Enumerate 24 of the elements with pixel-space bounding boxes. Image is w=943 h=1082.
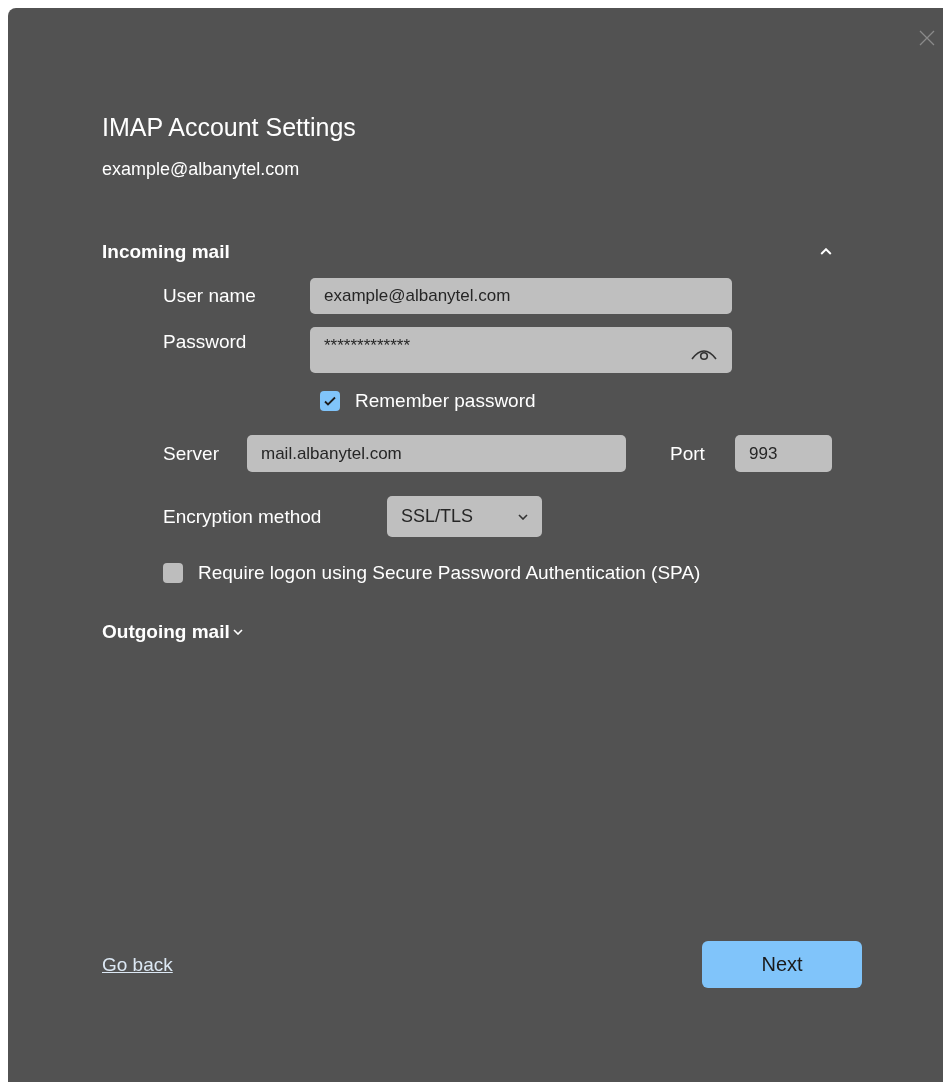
field-label: Encryption method: [163, 505, 323, 528]
chevron-up-icon[interactable]: [820, 248, 832, 256]
password-field[interactable]: *************: [310, 327, 732, 373]
go-back-link[interactable]: Go back: [102, 953, 173, 976]
field-label: Server: [163, 442, 220, 465]
checkmark-icon: [323, 394, 337, 408]
section-header[interactable]: Incoming mail: [102, 240, 230, 264]
username-field[interactable]: example@albanytel.com: [310, 278, 732, 314]
next-button[interactable]: Next: [702, 941, 862, 988]
field-label: Password: [163, 330, 248, 353]
caret-icon[interactable]: [518, 513, 528, 520]
field-label: User name: [163, 285, 257, 307]
checkbox-label: Remember password: [355, 390, 536, 412]
chevron-down-icon[interactable]: [232, 629, 243, 635]
port-field[interactable]: 993: [735, 435, 832, 472]
checkbox[interactable]: [163, 563, 183, 583]
encryption-dropdown[interactable]: SSL/TLS: [387, 496, 542, 537]
field-label: Port: [670, 442, 706, 465]
checkbox-label: Require logon using Secure Password Authentication (SPA): [198, 562, 701, 584]
dialog-title: IMAP Account Settings: [102, 112, 357, 142]
account-email: example@albanytel.com: [102, 158, 301, 181]
section-header[interactable]: Outgoing mail: [102, 620, 230, 644]
server-field[interactable]: mail.albanytel.com: [247, 435, 626, 472]
checkbox[interactable]: [320, 391, 340, 411]
